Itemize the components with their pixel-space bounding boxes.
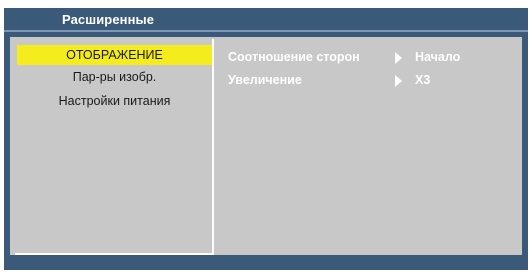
submenu-item-image-settings[interactable]: Пар-ры изобр. bbox=[17, 67, 212, 87]
osd-menu: Расширенные ОТОБРАЖЕНИЕ Пар-ры изобр. На… bbox=[4, 8, 528, 270]
tab-advanced[interactable]: Расширенные bbox=[62, 12, 154, 27]
setting-row-aspect-ratio[interactable]: Соотношение сторон Начало bbox=[228, 47, 518, 67]
settings-panel: Соотношение сторон Начало Увеличение X3 bbox=[218, 39, 522, 255]
menu-content: ОТОБРАЖЕНИЕ Пар-ры изобр. Настройки пита… bbox=[10, 37, 522, 255]
tab-divider bbox=[4, 30, 528, 32]
setting-label: Соотношение сторон bbox=[228, 50, 360, 64]
setting-label: Увеличение bbox=[228, 73, 302, 87]
submenu-list: ОТОБРАЖЕНИЕ Пар-ры изобр. Настройки пита… bbox=[15, 39, 214, 255]
setting-value: X3 bbox=[415, 73, 431, 87]
triangle-right-icon[interactable] bbox=[395, 52, 402, 64]
setting-value: Начало bbox=[415, 50, 461, 64]
setting-row-zoom[interactable]: Увеличение X3 bbox=[228, 70, 518, 90]
triangle-right-icon[interactable] bbox=[395, 75, 402, 87]
submenu-item-power-settings[interactable]: Настройки питания bbox=[17, 91, 212, 111]
submenu-item-display[interactable]: ОТОБРАЖЕНИЕ bbox=[17, 45, 212, 65]
